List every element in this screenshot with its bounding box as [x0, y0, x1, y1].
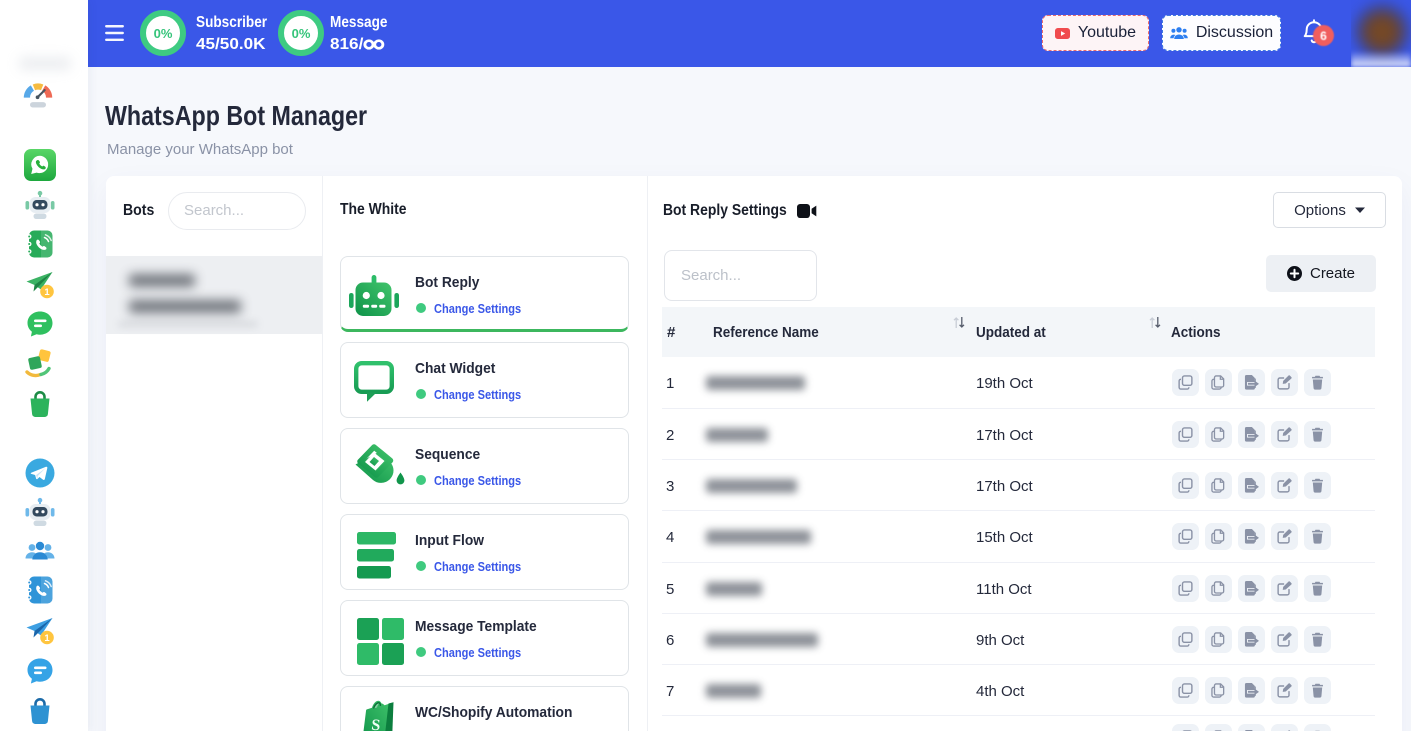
svg-text:1: 1: [44, 287, 50, 298]
svg-text:S: S: [371, 717, 381, 731]
svg-text:1: 1: [44, 633, 50, 644]
